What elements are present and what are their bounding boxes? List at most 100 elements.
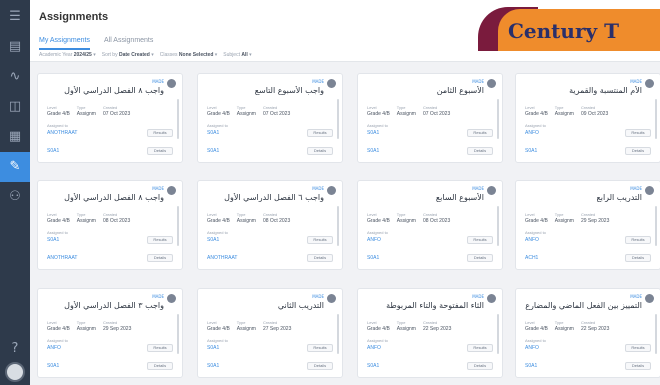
assignment-card[interactable]: MADE الأسبوع السابع Level Grade 4/B Type A… bbox=[357, 180, 503, 270]
card-scrollbar[interactable] bbox=[177, 99, 179, 139]
class-link[interactable]: S0A1 bbox=[207, 130, 219, 136]
class-link[interactable]: S0A1 bbox=[525, 148, 537, 154]
class-link[interactable]: S0A1 bbox=[207, 363, 219, 369]
assignment-card[interactable]: MADE التمييز بين الفعل الماضي والمضارع L… bbox=[515, 288, 660, 378]
class-link[interactable]: ANOTHRAAT bbox=[47, 130, 77, 136]
results-button[interactable]: Results bbox=[147, 236, 173, 244]
more-options-icon[interactable] bbox=[167, 186, 176, 195]
class-link[interactable]: ANFO bbox=[525, 345, 539, 351]
class-link[interactable]: ANFO bbox=[47, 345, 61, 351]
analytics-icon[interactable]: ∿ bbox=[6, 68, 24, 86]
more-options-icon[interactable] bbox=[327, 294, 336, 303]
class-link[interactable]: S0A1 bbox=[47, 237, 59, 243]
card-scrollbar[interactable] bbox=[497, 206, 499, 246]
class-link[interactable]: S0A1 bbox=[47, 363, 59, 369]
avatar[interactable] bbox=[5, 362, 25, 382]
filter-sort[interactable]: Sort by Date Created ▾ bbox=[102, 52, 154, 58]
users-icon[interactable]: ⚇ bbox=[6, 188, 24, 206]
card-scrollbar[interactable] bbox=[337, 206, 339, 246]
class-link[interactable]: ANFO bbox=[525, 237, 539, 243]
assignment-card[interactable]: MADE الثاء المفتوحة والتاء المربوطة Leve… bbox=[357, 288, 503, 378]
calendar-icon[interactable]: ▦ bbox=[6, 128, 24, 146]
more-options-icon[interactable] bbox=[327, 186, 336, 195]
details-button[interactable]: Details bbox=[147, 147, 173, 155]
class-link[interactable]: ANFO bbox=[525, 130, 539, 136]
class-link[interactable]: S0A1 bbox=[207, 237, 219, 243]
details-button[interactable]: Details bbox=[467, 254, 493, 262]
results-button[interactable]: Results bbox=[147, 344, 173, 352]
more-options-icon[interactable] bbox=[167, 294, 176, 303]
results-button[interactable]: Results bbox=[625, 236, 651, 244]
assignment-card[interactable]: MADE واجب ٨ الفصل الدراسي الأول Level Gra… bbox=[37, 180, 183, 270]
details-button[interactable]: Details bbox=[307, 254, 333, 262]
assignment-card[interactable]: MADE واجب ٣ الفصل الدراسي الأول Level Gra… bbox=[37, 288, 183, 378]
card-scrollbar[interactable] bbox=[337, 99, 339, 139]
card-scrollbar[interactable] bbox=[655, 99, 657, 139]
results-button[interactable]: Results bbox=[307, 236, 333, 244]
filter-classes[interactable]: Classes None Selected ▾ bbox=[160, 52, 218, 58]
results-button[interactable]: Results bbox=[467, 236, 493, 244]
assignment-title[interactable]: واجب ٨ الفصل الدراسي الأول bbox=[44, 86, 164, 95]
assignment-title[interactable]: واجب الأسبوع التاسع bbox=[204, 86, 324, 95]
assignment-card[interactable]: MADE واجب الأسبوع التاسع Level Grade 4/B … bbox=[197, 73, 343, 163]
assignment-title[interactable]: واجب ٦ الفصل الدراسي الأول bbox=[204, 193, 324, 202]
class-link[interactable]: ANOTHRAAT bbox=[47, 255, 77, 261]
assignment-card[interactable]: MADE الأم المنتسبة والقمرية Level Grade 4… bbox=[515, 73, 660, 163]
class-link[interactable]: ANFO bbox=[367, 345, 381, 351]
class-link[interactable]: ANOTHRAAT bbox=[207, 255, 237, 261]
filter-subject[interactable]: Subject All ▾ bbox=[223, 52, 251, 58]
tab-my-assignments[interactable]: My Assignments bbox=[39, 37, 90, 50]
assignment-title[interactable]: الأسبوع السابع bbox=[364, 193, 484, 202]
class-link[interactable]: S0A1 bbox=[367, 130, 379, 136]
results-button[interactable]: Results bbox=[625, 344, 651, 352]
card-scrollbar[interactable] bbox=[655, 206, 657, 246]
card-scrollbar[interactable] bbox=[497, 314, 499, 354]
class-link[interactable]: ANFO bbox=[367, 237, 381, 243]
assignment-card[interactable]: MADE واجب ٦ الفصل الدراسي الأول Level Gra… bbox=[197, 180, 343, 270]
details-button[interactable]: Details bbox=[307, 362, 333, 370]
dashboard-icon[interactable]: ▤ bbox=[6, 38, 24, 56]
class-link[interactable]: S0A1 bbox=[367, 255, 379, 261]
card-scrollbar[interactable] bbox=[177, 314, 179, 354]
card-scrollbar[interactable] bbox=[337, 314, 339, 354]
assignment-card[interactable]: MADE واجب ٨ الفصل الدراسي الأول Level Gra… bbox=[37, 73, 183, 163]
class-link[interactable]: S0A1 bbox=[207, 345, 219, 351]
more-options-icon[interactable] bbox=[167, 79, 176, 88]
details-button[interactable]: Details bbox=[467, 362, 493, 370]
more-options-icon[interactable] bbox=[487, 186, 496, 195]
class-link[interactable]: S0A1 bbox=[47, 148, 59, 154]
class-link[interactable]: S0A1 bbox=[367, 148, 379, 154]
assignment-title[interactable]: واجب ٨ الفصل الدراسي الأول bbox=[44, 193, 164, 202]
menu-icon[interactable]: ☰ bbox=[6, 8, 24, 26]
class-link[interactable]: S0A1 bbox=[207, 148, 219, 154]
assignment-title[interactable]: التدريب الثاني bbox=[204, 301, 324, 310]
assignment-title[interactable]: الأسبوع الثامن bbox=[364, 86, 484, 95]
more-options-icon[interactable] bbox=[645, 294, 654, 303]
card-scrollbar[interactable] bbox=[177, 206, 179, 246]
assignment-card[interactable]: MADE التدريب الرابع Level Grade 4/B Type A… bbox=[515, 180, 660, 270]
courses-icon[interactable]: ◫ bbox=[6, 98, 24, 116]
assignment-title[interactable]: واجب ٣ الفصل الدراسي الأول bbox=[44, 301, 164, 310]
assignment-title[interactable]: التمييز بين الفعل الماضي والمضارع bbox=[522, 301, 642, 310]
results-button[interactable]: Results bbox=[467, 344, 493, 352]
results-button[interactable]: Results bbox=[307, 344, 333, 352]
card-scrollbar[interactable] bbox=[655, 314, 657, 354]
sidebar-item-assignments[interactable]: ✎ bbox=[0, 152, 30, 182]
assignment-title[interactable]: الثاء المفتوحة والتاء المربوطة bbox=[364, 301, 484, 310]
details-button[interactable]: Details bbox=[467, 147, 493, 155]
more-options-icon[interactable] bbox=[487, 79, 496, 88]
details-button[interactable]: Details bbox=[625, 362, 651, 370]
details-button[interactable]: Details bbox=[625, 254, 651, 262]
card-scrollbar[interactable] bbox=[497, 99, 499, 139]
class-link[interactable]: S0A1 bbox=[525, 363, 537, 369]
more-options-icon[interactable] bbox=[487, 294, 496, 303]
details-button[interactable]: Details bbox=[147, 254, 173, 262]
results-button[interactable]: Results bbox=[467, 129, 493, 137]
details-button[interactable]: Details bbox=[625, 147, 651, 155]
assignment-card[interactable]: MADE التدريب الثاني Level Grade 4/B Type A… bbox=[197, 288, 343, 378]
assignment-title[interactable]: التدريب الرابع bbox=[522, 193, 642, 202]
results-button[interactable]: Results bbox=[307, 129, 333, 137]
filter-academic-year[interactable]: Academic Year 2024/25 ▾ bbox=[39, 52, 96, 58]
assignment-card[interactable]: MADE الأسبوع الثامن Level Grade 4/B Type A… bbox=[357, 73, 503, 163]
more-options-icon[interactable] bbox=[645, 186, 654, 195]
